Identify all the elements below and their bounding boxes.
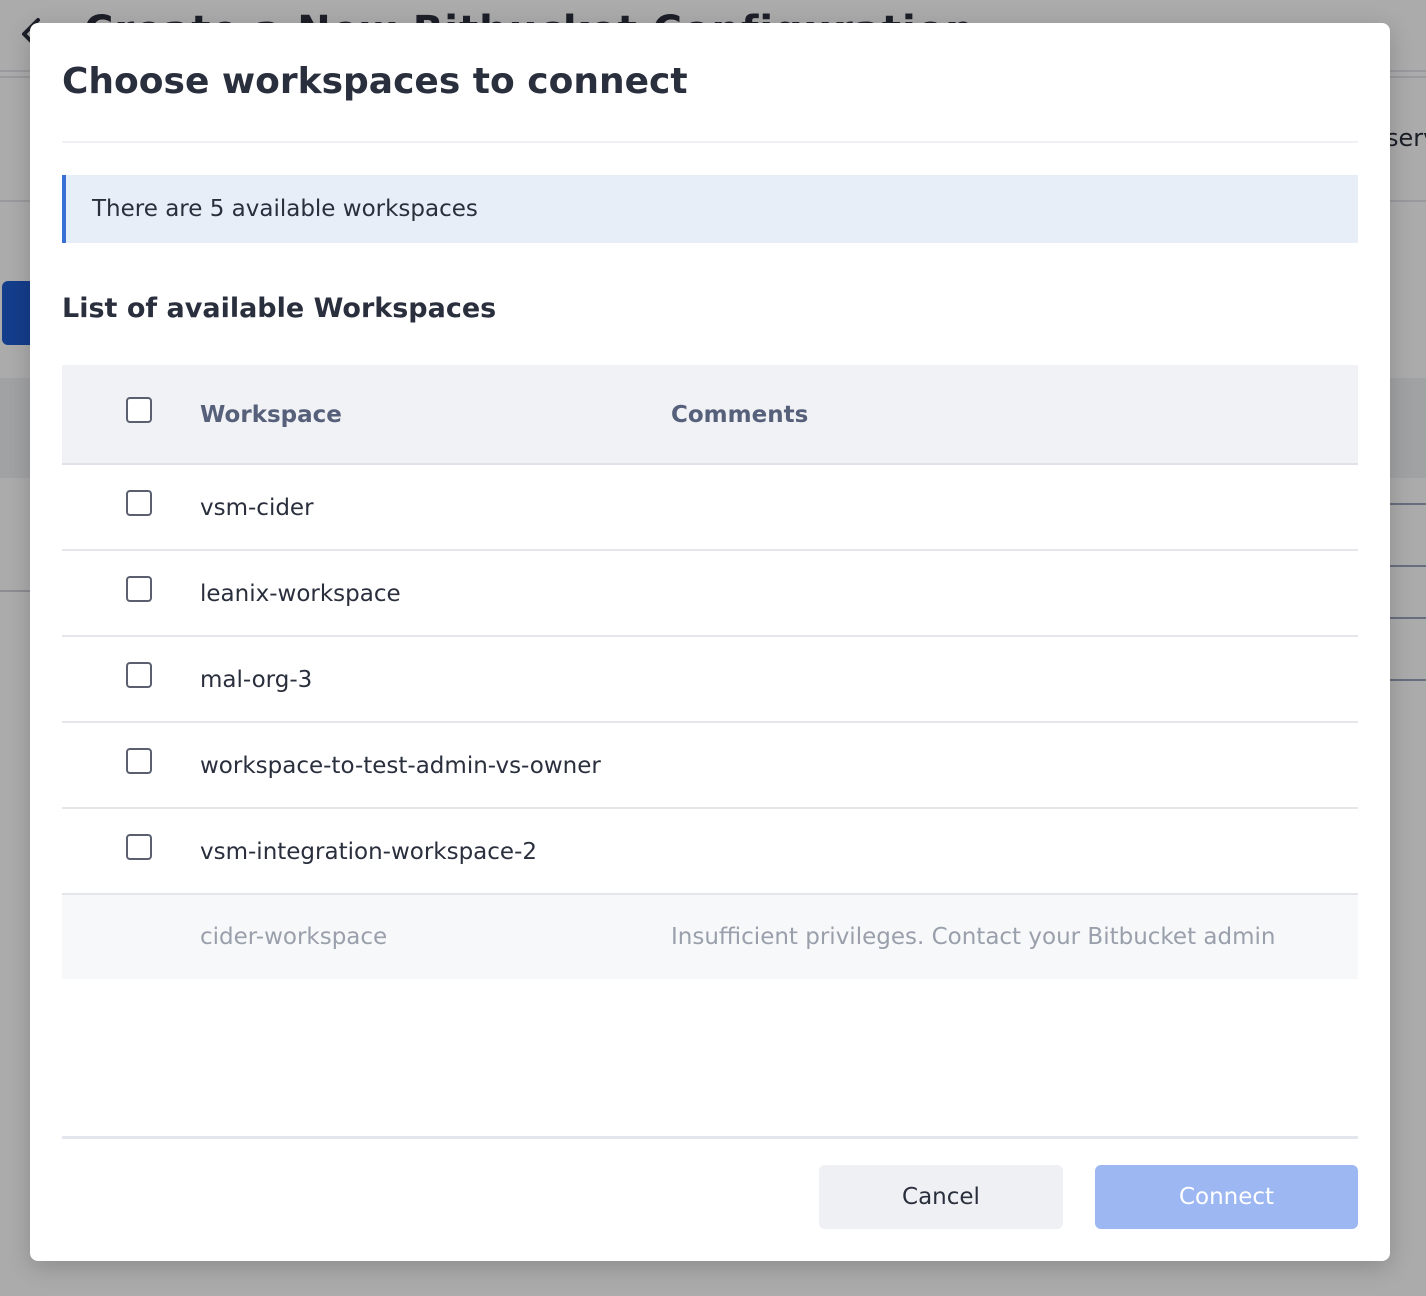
table-row[interactable]: vsm-integration-workspace-2 (62, 809, 1358, 895)
workspace-name: leanix-workspace (200, 581, 401, 607)
row-checkbox[interactable] (126, 748, 152, 774)
column-header-comments: Comments (671, 402, 809, 428)
table-row[interactable]: mal-org-3 (62, 637, 1358, 723)
info-banner: There are 5 available workspaces (62, 175, 1358, 243)
workspace-name: cider-workspace (200, 924, 388, 950)
workspace-name: workspace-to-test-admin-vs-owner (200, 753, 601, 779)
table-row[interactable]: workspace-to-test-admin-vs-owner (62, 723, 1358, 809)
row-checkbox[interactable] (126, 662, 152, 688)
column-header-workspace: Workspace (200, 402, 342, 428)
table-header: Workspace Comments (62, 365, 1358, 465)
row-checkbox[interactable] (126, 490, 152, 516)
workspace-comment: Insufficient privileges. Contact your Bi… (671, 924, 1276, 950)
select-all-checkbox[interactable] (126, 397, 152, 423)
cancel-button[interactable]: Cancel (819, 1165, 1063, 1229)
footer-divider (62, 1136, 1358, 1139)
info-banner-text: There are 5 available workspaces (92, 196, 478, 222)
table-row[interactable]: leanix-workspace (62, 551, 1358, 637)
workspace-name: mal-org-3 (200, 667, 313, 693)
list-heading: List of available Workspaces (62, 293, 497, 324)
title-divider (62, 141, 1358, 143)
modal-title: Choose workspaces to connect (62, 61, 688, 102)
workspace-name: vsm-integration-workspace-2 (200, 839, 538, 865)
workspace-name: vsm-cider (200, 495, 314, 521)
table-row[interactable]: vsm-cider (62, 465, 1358, 551)
workspace-table: Workspace Comments vsm-cider leanix-work… (62, 365, 1358, 979)
connect-button[interactable]: Connect (1095, 1165, 1358, 1229)
row-checkbox[interactable] (126, 576, 152, 602)
row-checkbox[interactable] (126, 834, 152, 860)
table-row-disabled: cider-workspace Insufficient privileges.… (62, 895, 1358, 979)
workspace-modal: Choose workspaces to connect There are 5… (30, 23, 1390, 1261)
